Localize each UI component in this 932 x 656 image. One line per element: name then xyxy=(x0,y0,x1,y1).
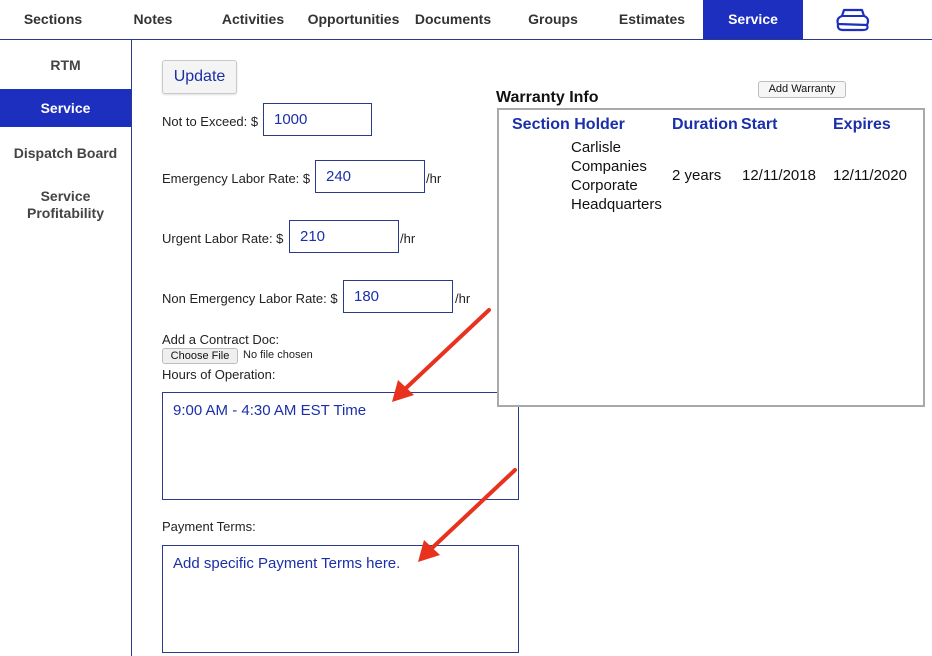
column-start: Start xyxy=(741,116,778,133)
sidebar-item-rtm[interactable]: RTM xyxy=(0,57,131,74)
warranty-holder-cell: Carlisle Companies Corporate Headquarter… xyxy=(571,139,662,213)
sidebar-item-service[interactable]: Service xyxy=(0,89,131,127)
contract-doc-label: Add a Contract Doc: xyxy=(162,332,280,347)
tab-opportunities[interactable]: Opportunities xyxy=(306,0,401,39)
tab-activities[interactable]: Activities xyxy=(200,0,306,39)
warranty-start-cell: 12/11/2018 xyxy=(742,167,816,184)
column-expires: Expires xyxy=(833,116,891,133)
tab-notes[interactable]: Notes xyxy=(106,0,200,39)
hours-of-operation-label: Hours of Operation: xyxy=(162,367,276,382)
warranty-duration-cell: 2 years xyxy=(672,167,722,184)
warranty-info-title: Warranty Info xyxy=(496,89,599,106)
emergency-rate-input[interactable]: 240 xyxy=(315,160,425,193)
column-section-holder: Section Holder xyxy=(512,116,625,133)
payment-terms-textarea[interactable]: Add specific Payment Terms here. xyxy=(162,545,519,653)
emergency-rate-label: Emergency Labor Rate: $ xyxy=(162,171,311,186)
tab-groups[interactable]: Groups xyxy=(505,0,601,39)
sidebar-item-dispatch-board[interactable]: Dispatch Board xyxy=(0,145,131,162)
sidebar: RTM Service Dispatch Board Service Profi… xyxy=(0,40,132,656)
not-to-exceed-input[interactable]: 1000 xyxy=(263,103,372,136)
tab-estimates[interactable]: Estimates xyxy=(601,0,703,39)
per-hour-unit: /hr xyxy=(426,171,442,186)
column-duration: Duration xyxy=(672,116,738,133)
choose-file-button[interactable]: Choose File xyxy=(162,348,238,364)
no-file-text: No file chosen xyxy=(243,349,313,361)
urgent-rate-label: Urgent Labor Rate: $ xyxy=(162,231,284,246)
warranty-table xyxy=(497,108,925,407)
per-hour-unit: /hr xyxy=(400,231,416,246)
update-button[interactable]: Update xyxy=(162,60,237,94)
annotation-arrow-hours xyxy=(392,308,491,402)
sidebar-item-service-profitability[interactable]: Service Profitability xyxy=(0,188,131,222)
tab-documents[interactable]: Documents xyxy=(401,0,505,39)
add-warranty-button[interactable]: Add Warranty xyxy=(758,81,846,98)
per-hour-unit: /hr xyxy=(455,291,471,306)
not-to-exceed-label: Not to Exceed: $ xyxy=(162,114,259,129)
tab-sections[interactable]: Sections xyxy=(0,0,106,39)
hours-of-operation-textarea[interactable]: 9:00 AM - 4:30 AM EST Time xyxy=(162,392,519,500)
payment-terms-label: Payment Terms: xyxy=(162,519,256,534)
non-emergency-rate-input[interactable]: 180 xyxy=(343,280,453,313)
warranty-expires-cell: 12/11/2020 xyxy=(833,167,907,184)
non-emergency-rate-label: Non Emergency Labor Rate: $ xyxy=(162,291,338,306)
tab-service[interactable]: Service xyxy=(703,0,803,39)
cloud-stack-icon[interactable] xyxy=(832,4,872,34)
top-navigation: Sections Notes Activities Opportunities … xyxy=(0,0,932,40)
urgent-rate-input[interactable]: 210 xyxy=(289,220,399,253)
